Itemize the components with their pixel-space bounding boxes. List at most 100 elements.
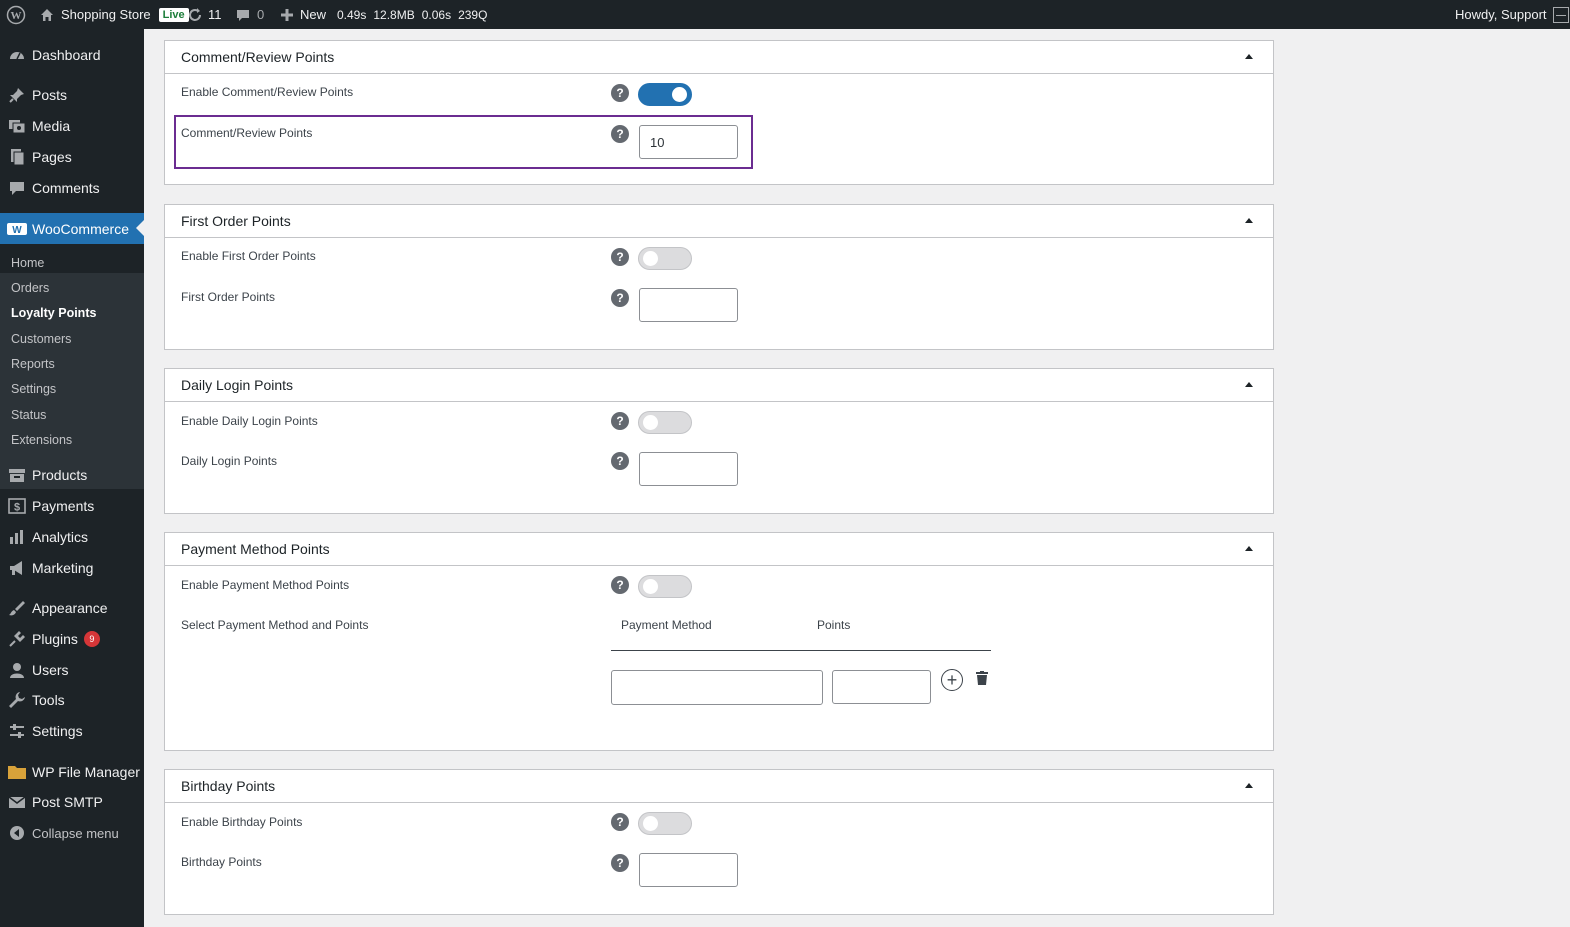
envelope-icon <box>7 792 27 812</box>
comment-bubble-icon <box>234 6 252 24</box>
wordpress-logo-icon[interactable]: W <box>6 0 26 29</box>
daily-login-points-label: Daily Login Points <box>181 454 278 468</box>
birthday-points-input[interactable] <box>639 853 738 887</box>
toggle-knob <box>643 415 658 430</box>
menu-marketing[interactable]: Marketing <box>0 553 144 583</box>
help-icon[interactable]: ? <box>611 854 629 872</box>
submenu-loyalty-points[interactable]: Loyalty Points <box>11 306 96 320</box>
enable-first-order-toggle[interactable] <box>638 247 692 270</box>
payment-points-input[interactable] <box>832 670 931 704</box>
help-icon[interactable]: ? <box>611 248 629 266</box>
collapse-caret-icon[interactable] <box>1245 783 1253 788</box>
menu-comments-label: Comments <box>32 180 100 196</box>
svg-text:W: W <box>12 225 22 236</box>
enable-comment-points-label: Enable Comment/Review Points <box>181 85 354 99</box>
toggle-knob <box>643 251 658 266</box>
media-icon <box>7 116 27 136</box>
collapse-menu-button[interactable]: Collapse menu <box>0 818 144 848</box>
birthday-points-header[interactable]: Birthday Points <box>165 770 1273 803</box>
panel-title: Daily Login Points <box>181 377 294 393</box>
menu-plugins-label: Plugins <box>32 631 78 647</box>
submenu-extensions[interactable]: Extensions <box>11 433 72 447</box>
help-icon[interactable]: ? <box>611 452 629 470</box>
menu-tools[interactable]: Tools <box>0 685 144 715</box>
collapse-caret-icon[interactable] <box>1245 546 1253 551</box>
enable-comment-points-toggle[interactable] <box>638 83 692 106</box>
payment-method-points-header[interactable]: Payment Method Points <box>165 533 1273 566</box>
updates-link[interactable]: 11 <box>186 0 222 29</box>
menu-woocommerce[interactable]: W WooCommerce <box>0 213 144 244</box>
help-icon[interactable]: ? <box>611 125 629 143</box>
menu-wp-file-manager-label: WP File Manager <box>32 764 140 780</box>
submenu-customers[interactable]: Customers <box>11 332 71 346</box>
points-column-header: Points <box>817 618 851 632</box>
menu-woocommerce-label: WooCommerce <box>32 220 129 237</box>
first-order-points-input[interactable] <box>639 288 738 322</box>
comments-link[interactable]: 0 <box>234 0 264 29</box>
menu-media[interactable]: Media <box>0 111 144 141</box>
submenu-reports[interactable]: Reports <box>11 357 55 371</box>
menu-appearance[interactable]: Appearance <box>0 593 144 623</box>
daily-login-points-header[interactable]: Daily Login Points <box>165 369 1273 402</box>
first-order-points-header[interactable]: First Order Points <box>165 205 1273 238</box>
enable-payment-method-label: Enable Payment Method Points <box>181 578 350 592</box>
menu-comments[interactable]: Comments <box>0 173 144 203</box>
submenu-orders[interactable]: Orders <box>11 281 49 295</box>
panel-title: First Order Points <box>181 213 291 229</box>
svg-text:W: W <box>11 10 22 22</box>
enable-payment-method-toggle[interactable] <box>638 575 692 598</box>
menu-settings[interactable]: Settings <box>0 716 144 746</box>
trash-icon[interactable] <box>976 671 988 690</box>
comments-count: 0 <box>257 7 265 22</box>
submenu-home[interactable]: Home <box>11 256 44 270</box>
help-icon[interactable]: ? <box>611 576 629 594</box>
enable-daily-login-toggle[interactable] <box>638 411 692 434</box>
collapse-caret-icon[interactable] <box>1245 218 1253 223</box>
help-icon[interactable]: ? <box>611 412 629 430</box>
daily-login-points-panel: Daily Login Points Enable Daily Login Po… <box>164 368 1274 514</box>
menu-post-smtp[interactable]: Post SMTP <box>0 787 144 817</box>
menu-analytics[interactable]: Analytics <box>0 522 144 552</box>
collapse-caret-icon[interactable] <box>1245 382 1253 387</box>
bar-chart-icon <box>7 527 27 547</box>
howdy-text: Howdy, Support <box>1455 7 1547 22</box>
megaphone-icon <box>7 558 27 578</box>
wrench-icon <box>7 690 27 710</box>
comment-points-input[interactable]: 10 <box>639 125 738 159</box>
collapse-arrow-icon <box>7 823 27 843</box>
help-icon[interactable]: ? <box>611 84 629 102</box>
comment-review-points-panel: Comment/Review Points Enable Comment/Rev… <box>164 40 1274 185</box>
new-content-link[interactable]: New <box>278 0 326 29</box>
help-icon[interactable]: ? <box>611 289 629 307</box>
payment-method-select[interactable] <box>611 670 823 705</box>
my-account-link[interactable]: Howdy, Support <box>1455 0 1569 29</box>
menu-users-label: Users <box>32 662 69 678</box>
menu-users[interactable]: Users <box>0 655 144 685</box>
site-name-link[interactable]: Shopping Store Live <box>38 0 189 29</box>
paintbrush-icon <box>7 598 27 618</box>
woocommerce-icon: W <box>7 219 27 239</box>
menu-plugins[interactable]: Plugins 9 <box>0 624 144 654</box>
query-monitor-stats[interactable]: 0.49s 12.8MB 0.06s 239Q <box>337 0 487 29</box>
help-icon[interactable]: ? <box>611 813 629 831</box>
menu-media-label: Media <box>32 118 71 134</box>
menu-dashboard[interactable]: Dashboard <box>0 40 144 70</box>
menu-payments[interactable]: $ Payments <box>0 491 144 521</box>
menu-analytics-label: Analytics <box>32 529 89 545</box>
home-icon <box>38 6 56 24</box>
submenu-settings[interactable]: Settings <box>11 382 56 396</box>
menu-pages[interactable]: Pages <box>0 142 144 172</box>
daily-login-points-input[interactable] <box>639 452 738 486</box>
menu-posts[interactable]: Posts <box>0 80 144 110</box>
comment-review-points-header[interactable]: Comment/Review Points <box>165 41 1273 74</box>
dashboard-icon <box>7 45 27 65</box>
menu-products[interactable]: Products <box>0 460 144 490</box>
menu-pages-label: Pages <box>32 149 72 165</box>
archive-box-icon <box>7 465 27 485</box>
submenu-status[interactable]: Status <box>11 408 46 422</box>
collapse-caret-icon[interactable] <box>1245 54 1253 59</box>
add-row-plus-icon[interactable]: + <box>941 669 963 691</box>
menu-wp-file-manager[interactable]: WP File Manager <box>0 757 144 787</box>
enable-birthday-toggle[interactable] <box>638 812 692 835</box>
svg-text:$: $ <box>14 502 20 514</box>
